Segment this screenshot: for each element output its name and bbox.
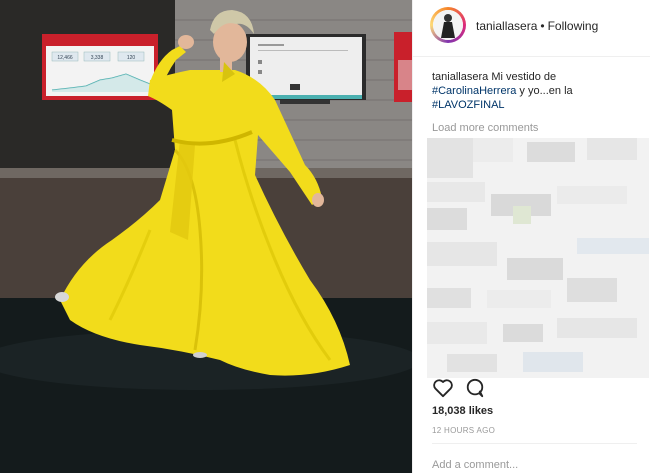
avatar-figure — [433, 10, 463, 40]
avatar[interactable] — [430, 7, 466, 43]
avatar-image — [433, 10, 463, 40]
instagram-post: 12,466 3,338 120 taniallasera • Followin… — [0, 0, 650, 473]
separator-dot: • — [540, 19, 545, 33]
divider — [432, 443, 637, 444]
photo-illustration: 12,466 3,338 120 — [0, 0, 412, 473]
pixelated-comments-area — [427, 138, 649, 378]
screen-value-2: 3,338 — [91, 55, 104, 61]
speech-bubble-icon[interactable] — [465, 378, 485, 403]
caption-text-1: Mi vestido de — [488, 71, 557, 83]
post-side-panel: taniallasera • Following taniallasera Mi v… — [412, 0, 650, 473]
add-comment-input[interactable]: Add a comment... — [432, 459, 518, 471]
post-timestamp: 12 HOURS AGO — [432, 426, 496, 435]
username-link[interactable]: taniallasera — [476, 19, 537, 33]
post-photo[interactable]: 12,466 3,338 120 — [0, 0, 412, 473]
post-header-user: taniallasera • Following — [476, 19, 598, 33]
load-more-comments-link[interactable]: Load more comments — [432, 122, 538, 134]
hashtag-carolinaherrera[interactable]: #CarolinaHerrera — [432, 85, 516, 97]
heart-outline-icon[interactable] — [432, 378, 454, 403]
caption-username[interactable]: taniallasera — [432, 71, 488, 83]
likes-count[interactable]: 18,038 likes — [432, 405, 493, 417]
caption-text-2: y yo...en la — [516, 85, 573, 97]
following-button[interactable]: Following — [548, 19, 599, 33]
screen-value-3: 120 — [127, 55, 136, 61]
screen-value-1: 12,466 — [57, 55, 73, 61]
hashtag-lavozfinal[interactable]: #LAVOZFINAL — [432, 99, 505, 111]
post-header: taniallasera • Following — [413, 0, 650, 57]
post-caption: taniallasera Mi vestido de #CarolinaHerr… — [432, 70, 642, 112]
